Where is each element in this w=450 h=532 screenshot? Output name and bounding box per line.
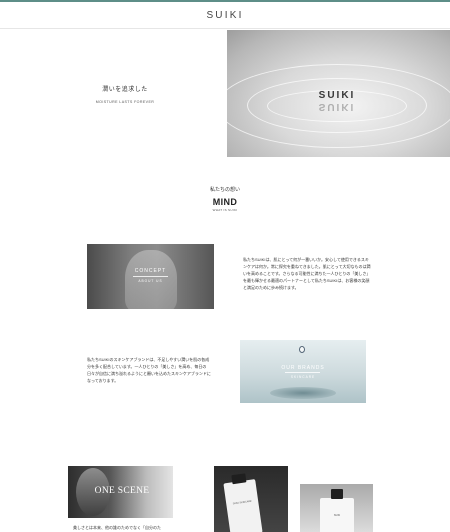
water-drop-icon: [299, 346, 305, 353]
hero-bottle-reflection: SUIKI: [318, 101, 356, 112]
brands-image-link[interactable]: OUR BRANDS SKINCARE: [240, 340, 366, 403]
site-header: SUIKI: [0, 2, 450, 29]
site-logo[interactable]: SUIKI: [0, 10, 450, 21]
concept-description: 私たちSUIKIは、肌にとって何が一番いいか。安心して使用できるスキンケアは何か…: [243, 257, 371, 290]
mind-title-jp: 私たちの想い: [209, 187, 240, 193]
brands-description: 私たちSUIKIのスキンケアブランドは、不足しやすい潤いを肌の各成分を多く配合し…: [87, 357, 211, 383]
bottle-label: SUIKI SKINCARE: [232, 499, 252, 506]
hero-bottle-word: SUIKI: [318, 90, 356, 101]
product-image-bottle-small[interactable]: SUIKI: [300, 484, 373, 532]
mind-subtitle: WHAT IS SUIKI: [212, 208, 238, 212]
bottle-icon: SUIKI: [320, 489, 354, 532]
concept-divider: [133, 276, 168, 277]
concept-image-link[interactable]: CONCEPT ABOUT US: [87, 244, 214, 309]
one-scene-title: ONE SCENE: [94, 486, 150, 496]
hero-title: 潤いを追求した: [102, 87, 148, 93]
water-splash: [270, 387, 336, 399]
product-image-bottle[interactable]: SUIKI SKINCARE: [214, 466, 288, 532]
bottle-cap: [231, 473, 247, 485]
concept-image-subtitle: ABOUT US: [138, 279, 163, 283]
hero-image: SUIKI SUIKI: [227, 30, 450, 157]
bottle-label: SUIKI: [333, 514, 341, 517]
mind-heading: MIND: [212, 197, 238, 207]
brands-image-subtitle: SKINCARE: [290, 375, 316, 379]
one-scene-description: 美しさとは本来、他の誰のためでなく「自分のた: [73, 525, 161, 530]
mind-section: 私たちの想い MIND WHAT IS SUIKI: [0, 186, 450, 212]
bottle-cap: [331, 489, 343, 499]
one-scene-image-link[interactable]: ONE SCENE: [68, 466, 173, 518]
brands-divider: [285, 372, 320, 373]
concept-image-title: CONCEPT: [134, 268, 167, 274]
bottle-icon: SUIKI SKINCARE: [223, 473, 263, 532]
brands-image-title: OUR BRANDS: [281, 365, 325, 371]
hero-subtitle: MOISTURE LASTS FOREVER: [95, 100, 155, 104]
hero-text: 潤いを追求した MOISTURE LASTS FOREVER: [60, 84, 190, 104]
